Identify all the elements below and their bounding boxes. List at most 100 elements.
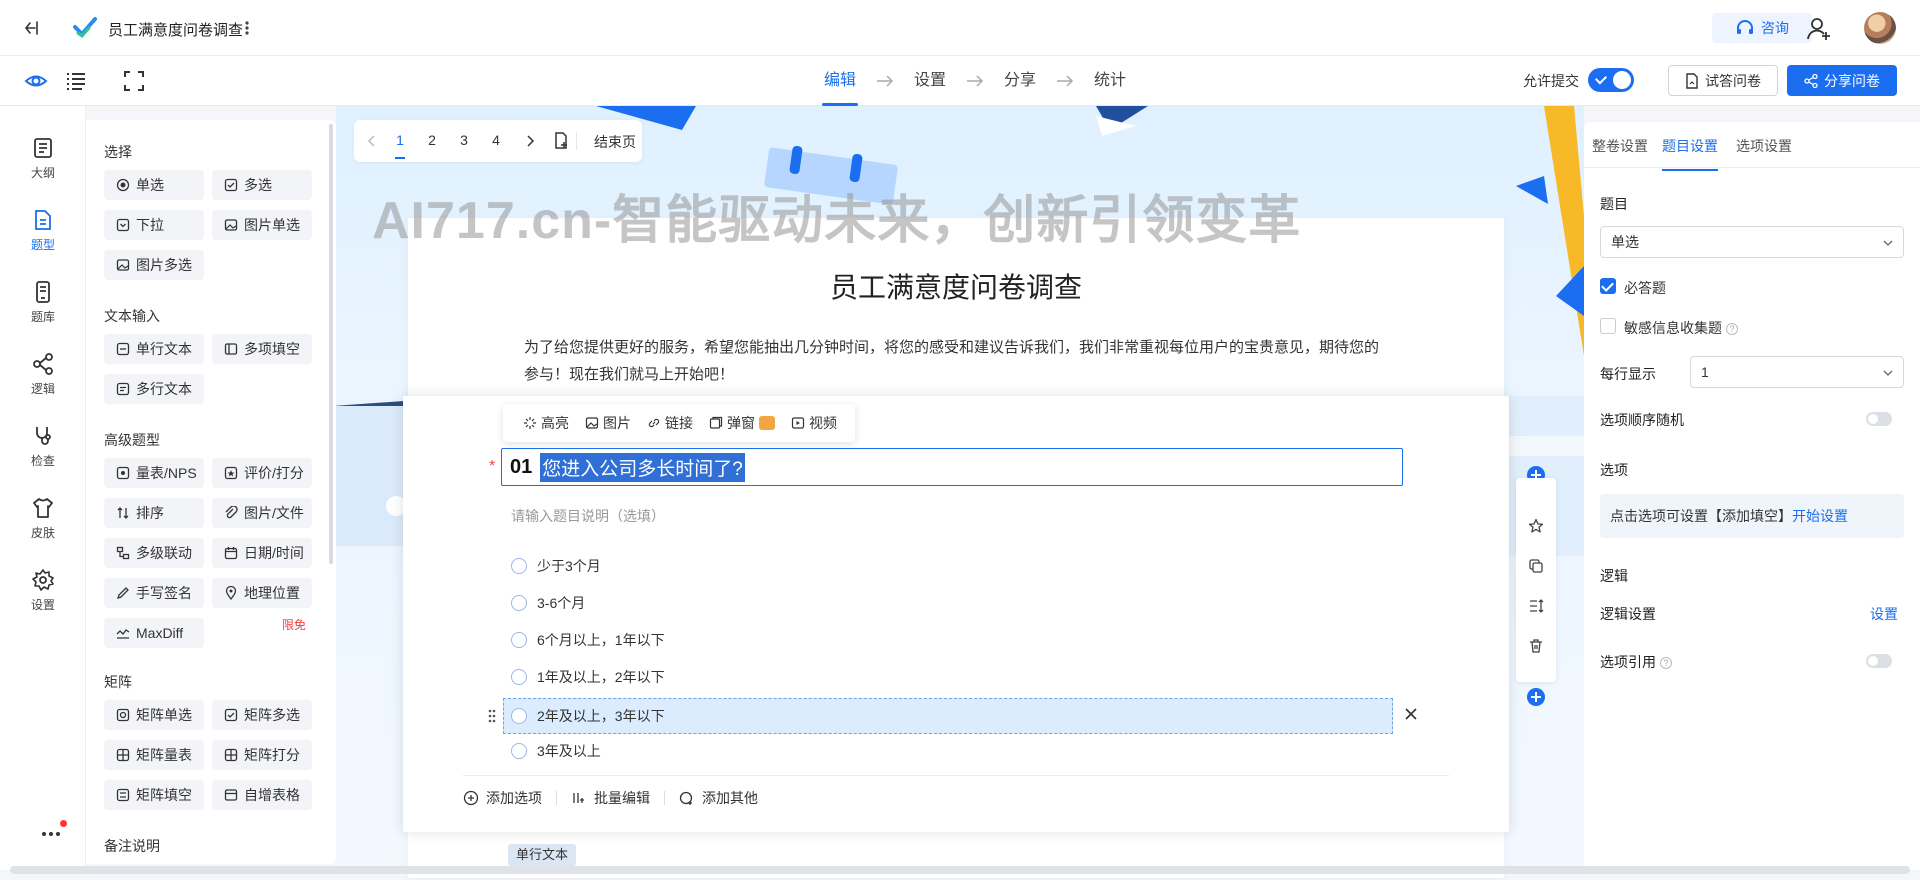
panel-scrollbar[interactable] <box>329 124 333 564</box>
try-survey-button[interactable]: 试答问卷 <box>1668 65 1778 96</box>
close-icon[interactable] <box>1403 706 1419 722</box>
radio-icon[interactable] <box>511 708 527 724</box>
type-matrix-scale[interactable]: 矩阵量表 <box>104 740 204 770</box>
random-order-toggle[interactable] <box>1866 412 1892 426</box>
required-checkbox[interactable] <box>1600 278 1616 294</box>
exit-icon[interactable] <box>22 18 42 38</box>
rail-item-bank[interactable]: 题库 <box>0 280 86 340</box>
rail-item-skin[interactable]: 皮肤 <box>0 496 86 556</box>
type-matrix-score[interactable]: 矩阵打分 <box>212 740 312 770</box>
rail-item-question-types[interactable]: 题型 <box>0 208 86 268</box>
type-single-choice[interactable]: 单选 <box>104 170 204 200</box>
page-tab-2[interactable]: 2 <box>422 132 442 148</box>
more-vertical-icon[interactable] <box>240 18 254 38</box>
tab-survey-settings[interactable]: 整卷设置 <box>1592 136 1648 156</box>
type-rating[interactable]: 评价/打分 <box>212 458 312 488</box>
sensitive-checkbox[interactable] <box>1600 318 1616 334</box>
survey-name[interactable]: 员工满意度问卷调查 <box>108 19 243 40</box>
fullscreen-icon[interactable] <box>122 69 146 93</box>
radio-icon[interactable] <box>511 632 527 648</box>
type-single-text[interactable]: 单行文本 <box>104 334 204 364</box>
rail-item-logic[interactable]: 逻辑 <box>0 352 86 412</box>
popup-tool[interactable]: 弹窗 <box>709 413 775 433</box>
add-option-button[interactable]: 添加选项 <box>463 788 556 808</box>
type-sort[interactable]: 排序 <box>104 498 204 528</box>
drag-handle-icon[interactable] <box>487 708 497 724</box>
survey-description[interactable]: 为了给您提供更好的服务，希望您能抽出几分钟时间，将您的感受和建议告诉我们，我们非… <box>524 334 1384 388</box>
consult-button[interactable]: 咨询 <box>1712 13 1812 43</box>
radio-icon[interactable] <box>511 743 527 759</box>
rail-item-check[interactable]: 检查 <box>0 424 86 484</box>
type-matrix-fill[interactable]: 矩阵填空 <box>104 780 204 810</box>
type-signature[interactable]: 手写签名 <box>104 578 204 608</box>
option-item[interactable]: 少于3个月 <box>511 551 601 581</box>
type-maxdiff[interactable]: MaxDiff <box>104 618 204 648</box>
start-setting-link[interactable]: 开始设置 <box>1792 506 1848 526</box>
highlight-tool[interactable]: 高亮 <box>523 413 569 433</box>
option-label[interactable]: 3年及以上 <box>537 741 601 761</box>
type-cascade[interactable]: 多级联动 <box>104 538 204 568</box>
batch-edit-button[interactable]: 批量编辑 <box>557 788 664 808</box>
page-tab-1[interactable]: 1 <box>390 132 410 159</box>
chevron-left-icon[interactable] <box>366 134 378 148</box>
image-tool[interactable]: 图片 <box>585 413 631 433</box>
type-image-multi[interactable]: 图片多选 <box>104 250 204 280</box>
logic-setting-link[interactable]: 设置 <box>1870 604 1898 624</box>
allow-submit-toggle[interactable] <box>1588 68 1634 92</box>
question-title-input[interactable]: 01 您进入公司多长时间了? <box>501 448 1403 486</box>
option-item[interactable]: 1年及以上，2年以下 <box>511 662 665 692</box>
option-item[interactable]: 3-6个月 <box>511 588 585 618</box>
radio-icon[interactable] <box>511 669 527 685</box>
star-icon[interactable] <box>1528 518 1544 534</box>
type-multi-choice[interactable]: 多选 <box>212 170 312 200</box>
trash-icon[interactable] <box>1528 638 1544 654</box>
type-dropdown[interactable]: 下拉 <box>104 210 204 240</box>
type-multi-line-text[interactable]: 多行文本 <box>104 374 204 404</box>
type-scale-nps[interactable]: 量表/NPS <box>104 458 204 488</box>
step-share[interactable]: 分享 <box>1002 56 1038 106</box>
option-reference-toggle[interactable] <box>1866 654 1892 668</box>
chevron-right-icon[interactable] <box>524 134 536 148</box>
rail-item-outline[interactable]: 大纲 <box>0 136 86 196</box>
tab-question-settings[interactable]: 题目设置 <box>1662 136 1718 171</box>
step-settings[interactable]: 设置 <box>912 56 948 106</box>
type-multi-fill[interactable]: 多项填空 <box>212 334 312 364</box>
option-label[interactable]: 2年及以上，3年以下 <box>537 706 665 726</box>
option-label[interactable]: 少于3个月 <box>537 556 601 576</box>
option-label[interactable]: 3-6个月 <box>537 593 585 613</box>
option-item-hovered[interactable]: 2年及以上，3年以下 <box>503 698 1393 734</box>
step-edit[interactable]: 编辑 <box>822 56 859 106</box>
insert-below-button[interactable] <box>1527 688 1545 706</box>
copy-icon[interactable] <box>1528 558 1544 574</box>
option-item[interactable]: 6个月以上，1年以下 <box>511 625 665 655</box>
page-tab-4[interactable]: 4 <box>486 132 506 148</box>
horizontal-scrollbar[interactable] <box>10 866 1910 874</box>
radio-icon[interactable] <box>511 558 527 574</box>
type-auto-table[interactable]: 自增表格 <box>212 780 312 810</box>
type-image-single[interactable]: 图片单选 <box>212 210 312 240</box>
type-location[interactable]: 地理位置 <box>212 578 312 608</box>
per-row-select[interactable]: 1 <box>1690 356 1904 388</box>
type-matrix-multi[interactable]: 矩阵多选 <box>212 700 312 730</box>
help-icon[interactable]: ? <box>1726 323 1738 336</box>
list-icon[interactable] <box>64 69 88 93</box>
step-stats[interactable]: 统计 <box>1092 56 1128 106</box>
more-horizontal-icon[interactable] <box>36 824 66 844</box>
video-tool[interactable]: 视频 <box>791 413 837 433</box>
option-item[interactable]: 3年及以上 <box>511 736 601 766</box>
type-matrix-single[interactable]: 矩阵单选 <box>104 700 204 730</box>
add-page-icon[interactable] <box>554 132 570 150</box>
add-other-button[interactable]: 添加其他 <box>665 788 772 808</box>
tab-option-settings[interactable]: 选项设置 <box>1736 136 1792 156</box>
add-user-icon[interactable] <box>1806 16 1832 42</box>
question-type-select[interactable]: 单选 <box>1600 226 1904 258</box>
page-tab-3[interactable]: 3 <box>454 132 474 148</box>
avatar[interactable] <box>1864 12 1896 44</box>
rail-item-settings[interactable]: 设置 <box>0 568 86 628</box>
question-description-input[interactable]: 请输入题目说明（选填） <box>511 506 665 526</box>
radio-icon[interactable] <box>511 595 527 611</box>
option-label[interactable]: 6个月以上，1年以下 <box>537 630 665 650</box>
type-datetime[interactable]: 日期/时间 <box>212 538 312 568</box>
reorder-icon[interactable] <box>1528 598 1544 614</box>
question-text[interactable]: 您进入公司多长时间了? <box>540 452 745 482</box>
